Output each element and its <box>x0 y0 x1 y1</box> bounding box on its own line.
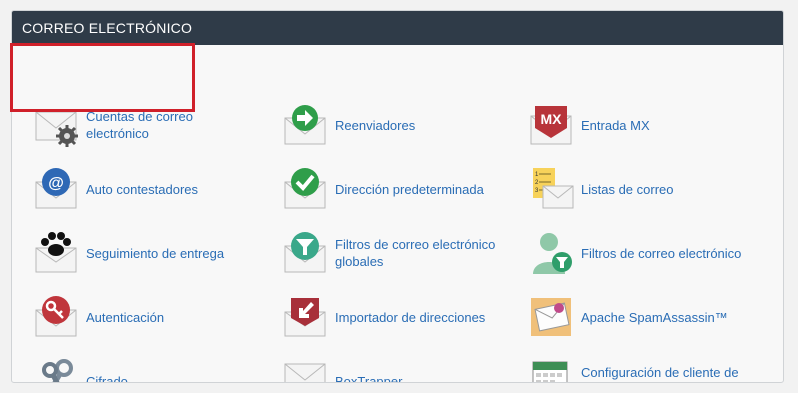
user-funnel-icon <box>529 230 575 276</box>
keys-icon <box>34 358 80 382</box>
address-importer-link[interactable]: Importador de direcciones <box>283 291 523 343</box>
boxtrapper-link[interactable]: BoxTrapper <box>283 355 523 383</box>
funnel-icon <box>283 230 329 276</box>
item-label: Dirección predeterminada <box>335 181 484 197</box>
calendar-gear-icon <box>529 358 575 382</box>
item-label: Apache SpamAssassin™ <box>581 309 728 325</box>
item-label: Auto contestadores <box>86 181 199 197</box>
item-label: Seguimiento de entrega <box>86 245 225 261</box>
item-label: Filtros de correo electrónico <box>581 245 742 261</box>
encryption-link[interactable]: Cifrado <box>34 355 274 383</box>
item-label: Configuración de cliente de calendarios … <box>581 365 739 380</box>
cube-icon <box>283 358 329 382</box>
calendar-contacts-config-link[interactable]: Configuración de cliente de calendarios … <box>529 355 769 382</box>
at-sign-icon: @ <box>34 166 80 212</box>
apache-spamassassin-link[interactable]: Apache SpamAssassin™ <box>529 291 769 343</box>
checkmark-icon <box>283 166 329 212</box>
import-arrow-icon <box>283 294 329 340</box>
default-address-link[interactable]: Dirección predeterminada <box>283 163 523 215</box>
item-label: Filtros de correo electrónico globales <box>335 237 496 269</box>
item-label: Listas de correo <box>581 181 674 197</box>
global-email-filters-link[interactable]: Filtros de correo electrónico globales <box>283 227 523 279</box>
panel-title: CORREO ELECTRÓNICO <box>12 11 783 45</box>
mx-icon: MX <box>529 102 575 148</box>
spam-mail-icon <box>529 294 575 340</box>
forwarders-link[interactable]: Reenviadores <box>283 99 523 151</box>
svg-text:@: @ <box>48 175 64 192</box>
forward-arrow-icon <box>283 102 329 148</box>
mailing-list-icon: 123 <box>529 166 575 212</box>
item-label: BoxTrapper <box>335 373 403 383</box>
key-icon <box>34 294 80 340</box>
item-label: Entrada MX <box>581 117 650 133</box>
item-label: Reenviadores <box>335 117 416 133</box>
highlight-box <box>10 43 195 112</box>
mx-entry-link[interactable]: MX Entrada MX <box>529 99 769 151</box>
item-label: Importador de direcciones <box>335 309 486 325</box>
mailing-lists-link[interactable]: 123 Listas de correo <box>529 163 769 215</box>
autoresponders-link[interactable]: @ Auto contestadores <box>34 163 274 215</box>
paw-print-icon <box>34 230 80 276</box>
item-label: Autenticación <box>86 309 165 325</box>
item-label: Cifrado <box>86 373 128 383</box>
delivery-tracking-link[interactable]: Seguimiento de entrega <box>34 227 274 279</box>
authentication-link[interactable]: Autenticación <box>34 291 274 343</box>
item-label: Cuentas de correo electrónico <box>86 109 193 141</box>
email-filters-link[interactable]: Filtros de correo electrónico <box>529 227 769 279</box>
svg-text:MX: MX <box>541 111 563 127</box>
